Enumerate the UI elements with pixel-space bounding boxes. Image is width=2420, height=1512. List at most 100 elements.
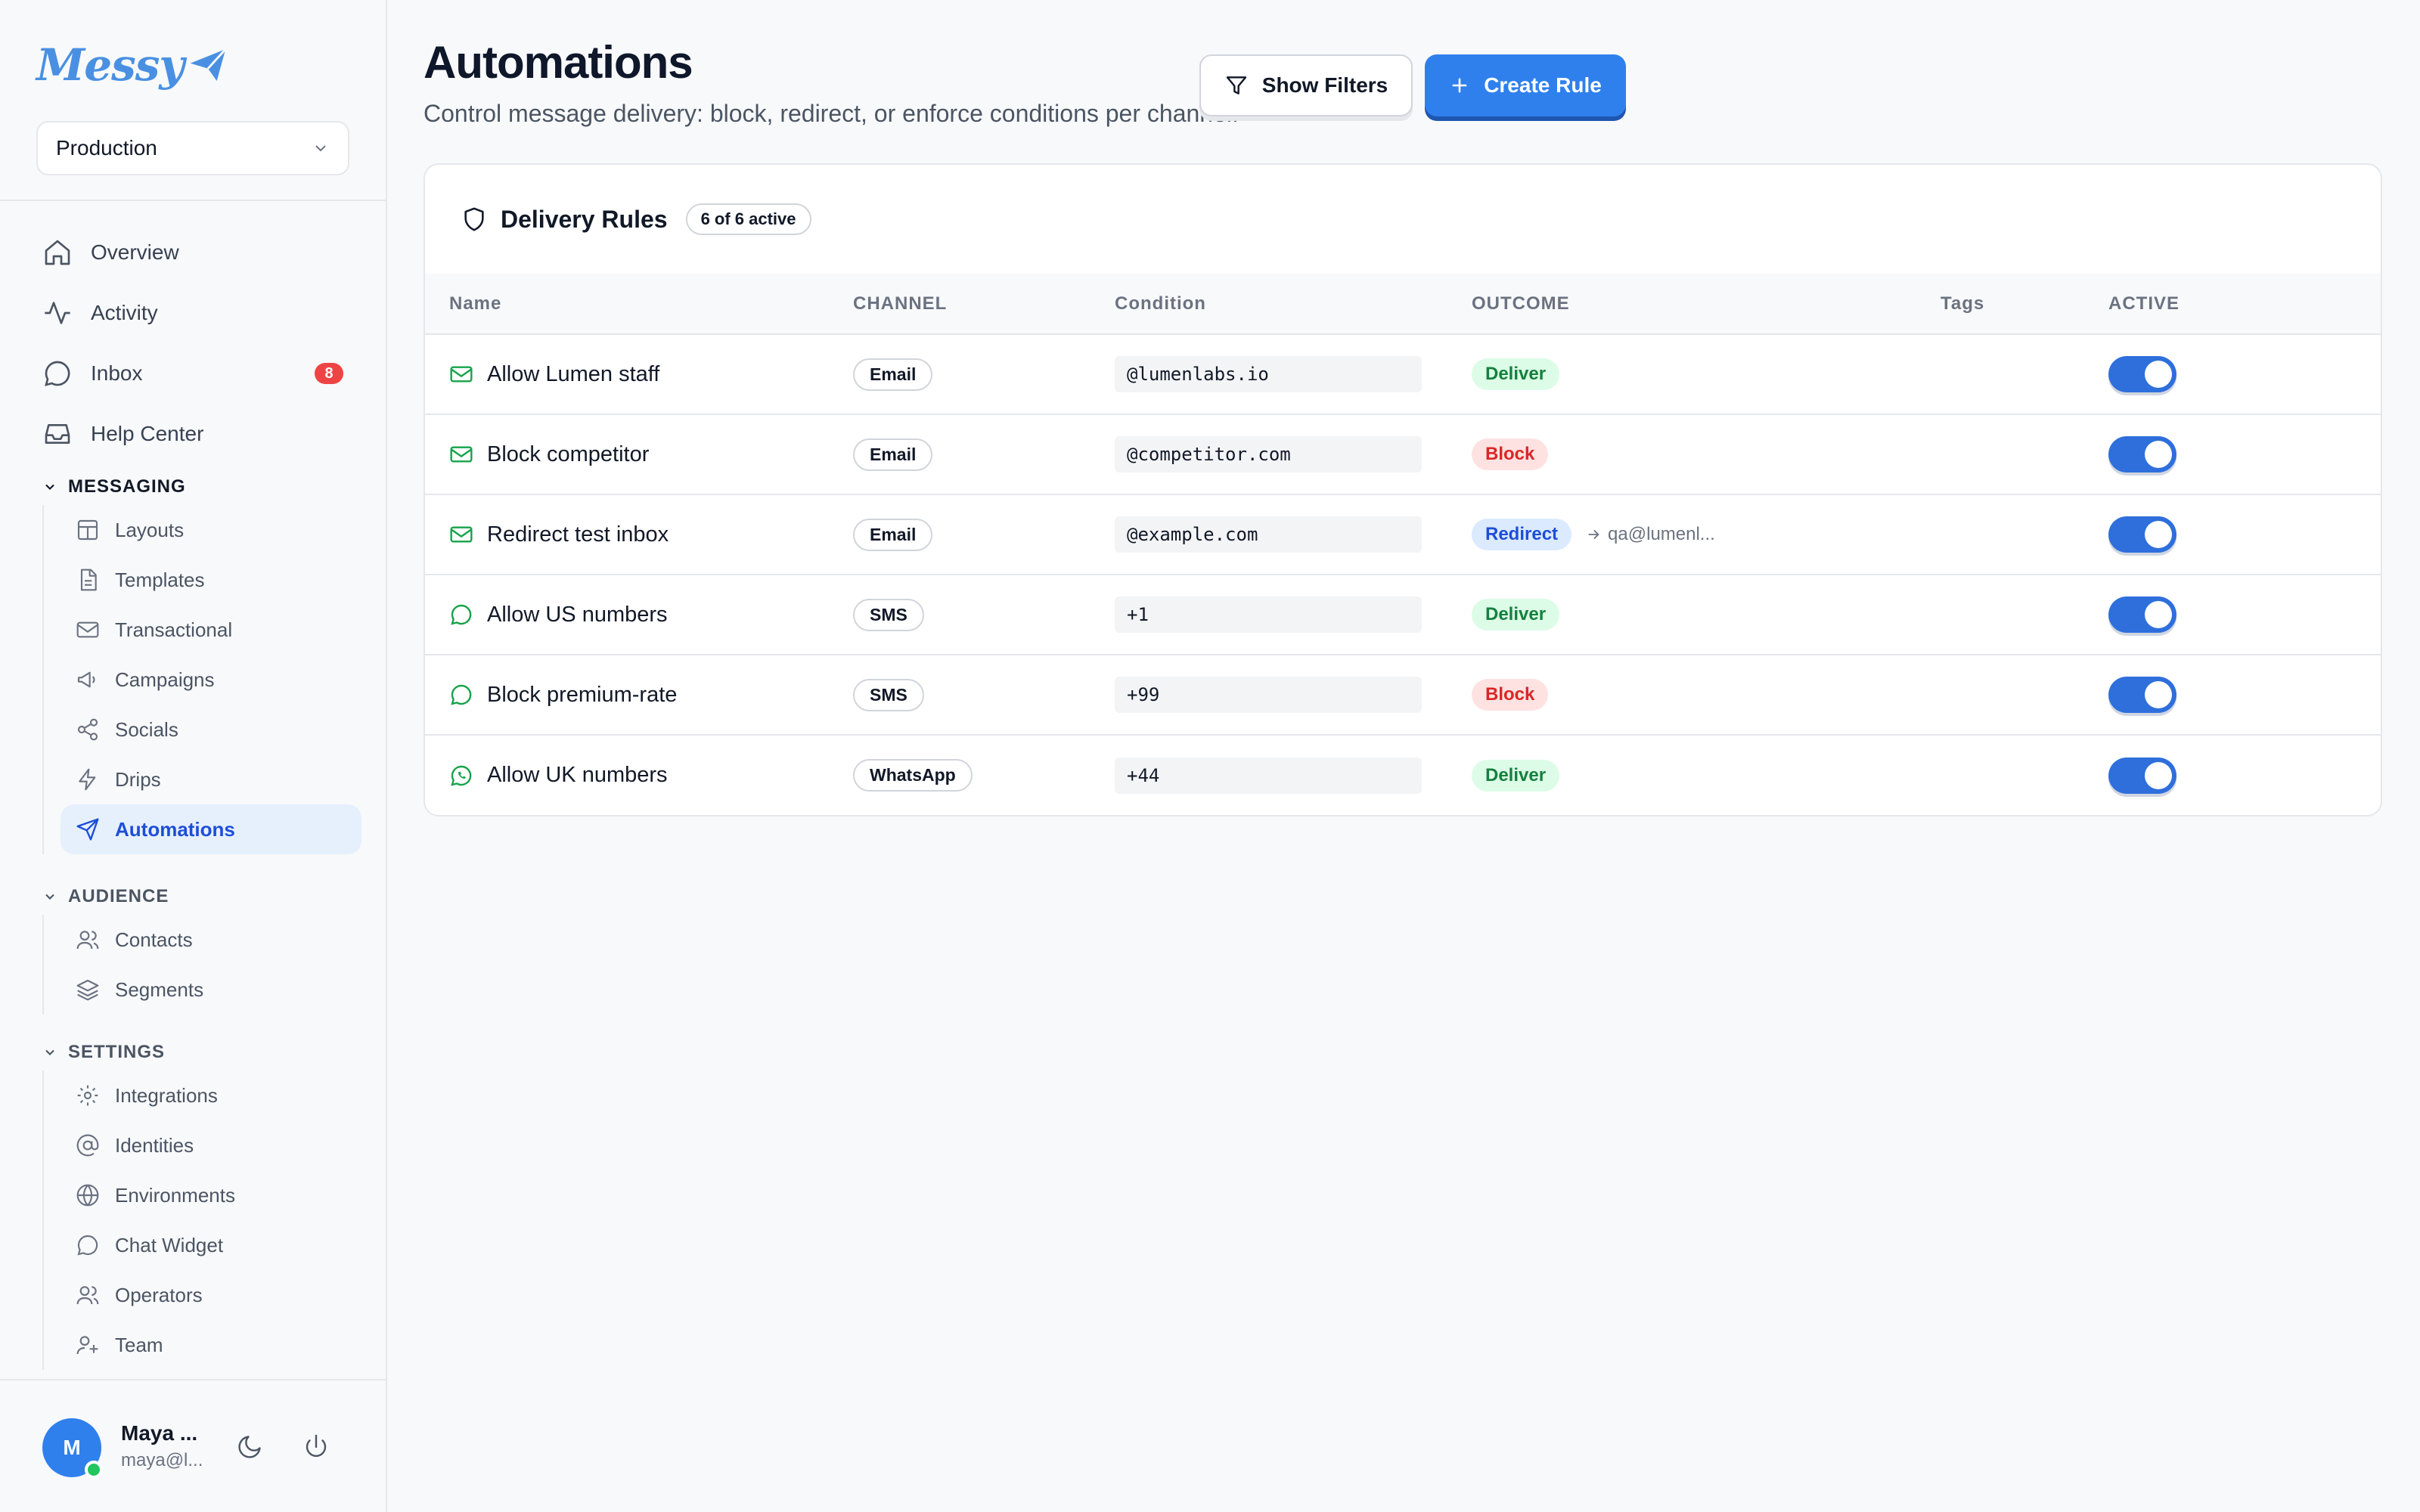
team-icon — [76, 1336, 98, 1355]
sidebar-item-label: Team — [115, 1333, 163, 1356]
active-toggle[interactable] — [2108, 757, 2176, 794]
nav-item-label: Inbox — [91, 361, 143, 385]
section-header-audience[interactable]: AUDIENCE — [0, 878, 386, 915]
sidebar-item-transactional[interactable]: Transactional — [60, 605, 361, 655]
active-toggle[interactable] — [2108, 677, 2176, 713]
rule-name[interactable]: Block premium-rate — [487, 683, 677, 708]
nav-item-inbox[interactable]: Inbox 8 — [0, 343, 386, 404]
toggle-knob — [2145, 681, 2172, 708]
active-toggle[interactable] — [2108, 516, 2176, 553]
sidebar-item-label: Transactional — [115, 618, 233, 641]
mail-icon — [76, 621, 99, 638]
rule-name[interactable]: Allow Lumen staff — [487, 362, 659, 387]
channel-badge: Email — [853, 438, 933, 471]
channel-badge: Email — [853, 358, 933, 391]
outcome-badge: Deliver — [1472, 759, 1560, 792]
sidebar-item-chat-widget[interactable]: Chat Widget — [60, 1220, 361, 1270]
logo-text: Messy — [36, 39, 185, 91]
table-row[interactable]: Block competitor Email @competitor.com B… — [425, 414, 2381, 494]
chat-icon — [77, 1235, 98, 1256]
chevron-down-icon — [45, 484, 54, 490]
sidebar-divider — [0, 200, 386, 201]
users-icon — [76, 931, 99, 950]
mail-icon — [450, 366, 473, 383]
whatsapp-icon — [451, 765, 472, 786]
nav-item-activity[interactable]: Activity — [0, 283, 386, 343]
table-header-row: Name CHANNEL Condition OUTCOME Tags ACTI… — [425, 274, 2381, 334]
logo[interactable]: Messy — [36, 39, 229, 91]
sidebar-item-automations[interactable]: Automations — [60, 804, 361, 854]
active-toggle[interactable] — [2108, 596, 2176, 633]
share-icon — [77, 718, 98, 741]
table-row[interactable]: Allow Lumen staff Email @lumenlabs.io De… — [425, 334, 2381, 414]
logout-button[interactable] — [302, 1433, 330, 1464]
sidebar-item-identities[interactable]: Identities — [60, 1120, 361, 1170]
chevron-down-icon — [45, 894, 54, 900]
sidebar-item-label: Integrations — [115, 1083, 218, 1107]
sidebar-item-label: Chat Widget — [115, 1233, 224, 1256]
outcome-badge: Block — [1472, 438, 1549, 470]
channel-badge: WhatsApp — [853, 759, 973, 792]
column-header-tags[interactable]: Tags — [1941, 274, 2108, 334]
main-nav: Overview Activity Inbox 8 Help Center — [0, 222, 386, 464]
toggle-knob — [2145, 441, 2172, 468]
sidebar-item-drips[interactable]: Drips — [60, 754, 361, 804]
active-toggle[interactable] — [2108, 436, 2176, 472]
rule-name[interactable]: Allow UK numbers — [487, 763, 668, 788]
rule-name[interactable]: Allow US numbers — [487, 603, 668, 627]
tags-cell — [1941, 575, 2108, 655]
nav-item-overview[interactable]: Overview — [0, 222, 386, 283]
sidebar-item-integrations[interactable]: Integrations — [60, 1070, 361, 1120]
section-title: SETTINGS — [68, 1042, 166, 1062]
rule-name[interactable]: Redirect test inbox — [487, 522, 669, 547]
sidebar-item-label: Layouts — [115, 518, 185, 541]
nav-item-help-center[interactable]: Help Center — [0, 404, 386, 464]
table-row[interactable]: Block premium-rate SMS +99 Block — [425, 655, 2381, 735]
show-filters-button[interactable]: Show Filters — [1199, 54, 1413, 116]
user-panel: M Maya ... maya@l... — [0, 1379, 386, 1512]
toggle-knob — [2145, 601, 2172, 628]
sidebar-item-team[interactable]: Team — [60, 1320, 361, 1370]
column-header-name[interactable]: Name — [425, 274, 853, 334]
sidebar-item-segments[interactable]: Segments — [60, 965, 361, 1015]
section-header-messaging[interactable]: MESSAGING — [0, 469, 386, 505]
sidebar-item-operators[interactable]: Operators — [60, 1270, 361, 1320]
table-row[interactable]: Redirect test inbox Email @example.com R… — [425, 494, 2381, 575]
sidebar-item-environments[interactable]: Environments — [60, 1170, 361, 1220]
sidebar-item-campaigns[interactable]: Campaigns — [60, 655, 361, 705]
sidebar-item-label: Contacts — [115, 928, 193, 951]
create-rule-button[interactable]: Create Rule — [1425, 54, 1626, 116]
section-header-settings[interactable]: SETTINGS — [0, 1034, 386, 1070]
sidebar-item-socials[interactable]: Socials — [60, 705, 361, 754]
plus-icon — [1452, 78, 1467, 93]
user-email: maya@l... — [121, 1450, 203, 1470]
sidebar-item-label: Campaigns — [115, 668, 215, 691]
condition-value: +99 — [1115, 677, 1422, 713]
sidebar-item-label: Socials — [115, 717, 178, 741]
active-toggle[interactable] — [2108, 356, 2176, 392]
nav-item-label: Help Center — [91, 422, 204, 445]
column-header-condition[interactable]: Condition — [1115, 274, 1472, 334]
theme-toggle-button[interactable] — [236, 1433, 263, 1464]
table-row[interactable]: Allow UK numbers WhatsApp +44 Deliver — [425, 735, 2381, 815]
sidebar-item-layouts[interactable]: Layouts — [60, 505, 361, 555]
avatar-initial: M — [63, 1436, 81, 1459]
rules-table: Name CHANNEL Condition OUTCOME Tags ACTI… — [425, 274, 2381, 815]
column-header-active[interactable]: ACTIVE — [2108, 274, 2381, 334]
sidebar-item-templates[interactable]: Templates — [60, 555, 361, 605]
tags-cell — [1941, 334, 2108, 414]
sidebar: Messy Production Overview Activity Inbox… — [0, 0, 387, 1512]
send-icon — [76, 818, 99, 841]
column-header-channel[interactable]: CHANNEL — [853, 274, 1115, 334]
avatar[interactable]: M — [42, 1418, 103, 1479]
megaphone-icon — [77, 671, 95, 688]
sidebar-item-contacts[interactable]: Contacts — [60, 915, 361, 965]
environment-select[interactable]: Production — [36, 121, 349, 175]
page-subtitle: Control message delivery: block, redirec… — [424, 100, 1239, 127]
column-header-outcome[interactable]: OUTCOME — [1472, 274, 1941, 334]
table-row[interactable]: Allow US numbers SMS +1 Deliver — [425, 575, 2381, 655]
rule-name[interactable]: Block competitor — [487, 442, 649, 467]
create-rule-label: Create Rule — [1484, 73, 1602, 97]
active-count-badge: 6 of 6 active — [685, 203, 811, 235]
gear-icon — [77, 1085, 98, 1106]
